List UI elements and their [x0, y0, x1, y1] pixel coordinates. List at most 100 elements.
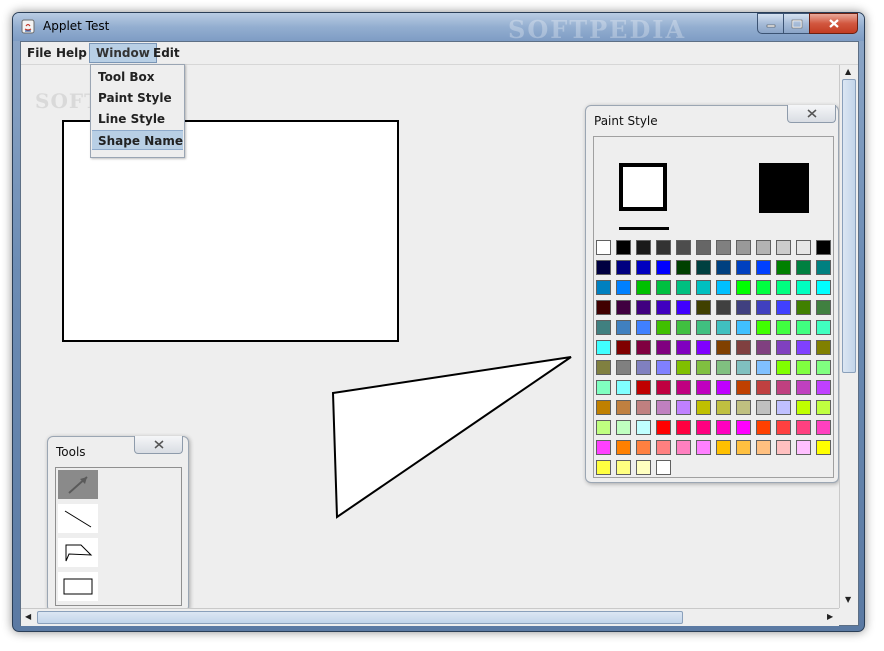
color-swatch[interactable]: [736, 280, 751, 295]
color-swatch[interactable]: [776, 380, 791, 395]
scroll-up-arrow-icon[interactable]: ▲: [845, 67, 851, 76]
color-swatch[interactable]: [596, 400, 611, 415]
color-swatch[interactable]: [756, 240, 771, 255]
triangle-shape[interactable]: [331, 355, 576, 525]
color-swatch[interactable]: [656, 420, 671, 435]
color-swatch[interactable]: [656, 320, 671, 335]
color-swatch[interactable]: [736, 360, 751, 375]
color-swatch[interactable]: [616, 300, 631, 315]
close-button[interactable]: [809, 13, 858, 34]
color-swatch[interactable]: [716, 260, 731, 275]
maximize-button[interactable]: [783, 13, 810, 34]
color-swatch[interactable]: [736, 340, 751, 355]
color-swatch[interactable]: [796, 240, 811, 255]
color-swatch[interactable]: [676, 440, 691, 455]
color-swatch[interactable]: [636, 300, 651, 315]
minimize-button[interactable]: [757, 13, 784, 34]
color-swatch[interactable]: [776, 240, 791, 255]
color-swatch[interactable]: [716, 420, 731, 435]
color-swatch[interactable]: [656, 460, 671, 475]
color-swatch[interactable]: [636, 400, 651, 415]
color-swatch[interactable]: [816, 440, 831, 455]
color-swatch[interactable]: [656, 340, 671, 355]
tools-close-button[interactable]: [134, 436, 183, 454]
color-swatch[interactable]: [776, 300, 791, 315]
color-swatch[interactable]: [816, 340, 831, 355]
color-swatch[interactable]: [596, 360, 611, 375]
color-swatch[interactable]: [596, 240, 611, 255]
color-swatch[interactable]: [756, 440, 771, 455]
color-swatch[interactable]: [716, 360, 731, 375]
color-swatch[interactable]: [616, 240, 631, 255]
color-swatch[interactable]: [616, 440, 631, 455]
color-swatch[interactable]: [816, 400, 831, 415]
color-swatch[interactable]: [796, 400, 811, 415]
horizontal-scrollbar[interactable]: ◀ ▶: [21, 608, 839, 626]
color-swatch[interactable]: [636, 380, 651, 395]
color-swatch[interactable]: [656, 260, 671, 275]
color-swatch[interactable]: [616, 380, 631, 395]
color-swatch[interactable]: [596, 420, 611, 435]
color-swatch[interactable]: [776, 400, 791, 415]
color-swatch[interactable]: [696, 420, 711, 435]
color-swatch[interactable]: [616, 340, 631, 355]
color-swatch[interactable]: [796, 420, 811, 435]
color-swatch[interactable]: [656, 360, 671, 375]
color-swatch[interactable]: [596, 380, 611, 395]
color-swatch[interactable]: [656, 380, 671, 395]
color-swatch[interactable]: [656, 300, 671, 315]
paint-style-frame[interactable]: Paint Style: [585, 105, 839, 483]
color-swatch[interactable]: [756, 340, 771, 355]
color-swatch[interactable]: [736, 320, 751, 335]
color-swatch[interactable]: [776, 340, 791, 355]
color-swatch[interactable]: [796, 440, 811, 455]
color-swatch[interactable]: [696, 340, 711, 355]
color-swatch[interactable]: [736, 400, 751, 415]
color-swatch[interactable]: [676, 260, 691, 275]
color-swatch[interactable]: [616, 260, 631, 275]
color-swatch[interactable]: [756, 320, 771, 335]
color-swatch[interactable]: [616, 460, 631, 475]
rectangle-tool-button[interactable]: [58, 572, 98, 601]
color-swatch[interactable]: [656, 280, 671, 295]
color-swatch[interactable]: [736, 260, 751, 275]
color-swatch[interactable]: [716, 300, 731, 315]
color-swatch[interactable]: [596, 440, 611, 455]
color-swatch[interactable]: [776, 360, 791, 375]
color-swatch[interactable]: [716, 320, 731, 335]
color-swatch[interactable]: [736, 420, 751, 435]
color-swatch[interactable]: [676, 240, 691, 255]
color-swatch[interactable]: [636, 420, 651, 435]
color-swatch[interactable]: [596, 460, 611, 475]
menu-edit[interactable]: Edit: [147, 44, 186, 62]
color-swatch[interactable]: [696, 360, 711, 375]
color-swatch[interactable]: [716, 440, 731, 455]
menu-item-line-style[interactable]: Line Style: [92, 109, 183, 129]
color-swatch[interactable]: [756, 380, 771, 395]
color-swatch[interactable]: [716, 400, 731, 415]
color-swatch[interactable]: [676, 380, 691, 395]
color-swatch[interactable]: [596, 320, 611, 335]
color-swatch[interactable]: [616, 280, 631, 295]
scroll-left-arrow-icon[interactable]: ◀: [25, 612, 31, 621]
select-tool-button[interactable]: [58, 470, 98, 499]
paint-style-close-button[interactable]: [787, 105, 836, 123]
color-swatch[interactable]: [696, 240, 711, 255]
color-swatch[interactable]: [636, 460, 651, 475]
color-swatch[interactable]: [776, 320, 791, 335]
color-swatch[interactable]: [816, 420, 831, 435]
color-swatch[interactable]: [596, 300, 611, 315]
color-swatch[interactable]: [716, 240, 731, 255]
color-swatch[interactable]: [796, 320, 811, 335]
color-swatch[interactable]: [756, 260, 771, 275]
color-swatch[interactable]: [816, 280, 831, 295]
color-swatch[interactable]: [736, 380, 751, 395]
color-swatch[interactable]: [776, 420, 791, 435]
color-swatch[interactable]: [756, 360, 771, 375]
color-swatch[interactable]: [816, 260, 831, 275]
color-swatch[interactable]: [636, 260, 651, 275]
color-swatch[interactable]: [636, 280, 651, 295]
line-tool-button[interactable]: [58, 504, 98, 533]
color-swatch[interactable]: [716, 280, 731, 295]
color-swatch[interactable]: [736, 300, 751, 315]
